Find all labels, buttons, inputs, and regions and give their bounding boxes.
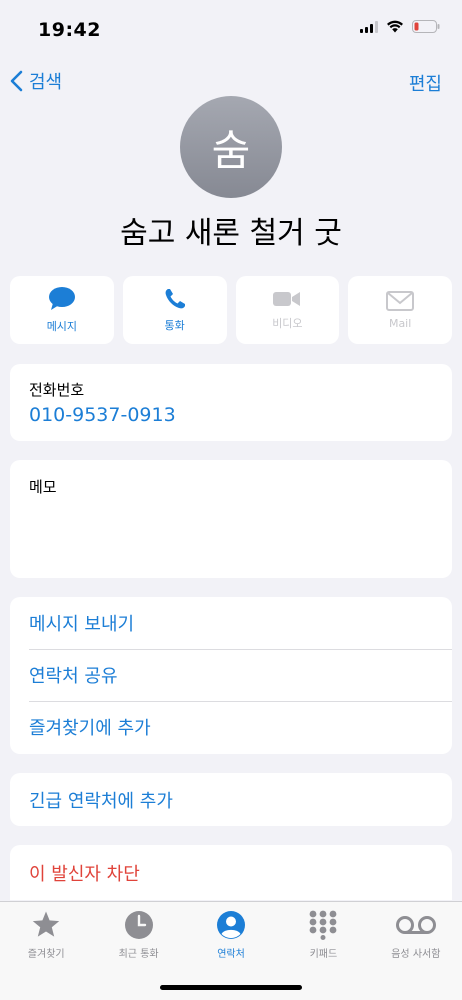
star-icon	[33, 911, 60, 937]
video-camera-icon	[273, 292, 301, 306]
block-caller-row[interactable]: 이 발신자 차단	[10, 845, 452, 900]
status-bar: 19:42	[0, 0, 462, 56]
battery-icon	[412, 20, 440, 33]
keypad-icon	[310, 910, 337, 940]
share-contact-row[interactable]: 연락처 공유	[10, 649, 452, 701]
avatar: 숨	[180, 96, 282, 198]
back-label: 검색	[29, 72, 63, 93]
tab-favorites-label: 즐겨찾기	[27, 949, 65, 960]
contact-name: 숨고 새론 철거 굿	[120, 216, 342, 251]
video-action-button[interactable]: 비디오	[235, 276, 340, 344]
phone-card[interactable]: 전화번호 010-9537-0913	[10, 364, 452, 441]
status-time: 19:42	[38, 19, 101, 41]
message-bubble-icon	[48, 287, 75, 310]
avatar-initial: 숨	[211, 125, 251, 175]
back-button[interactable]: 검색	[10, 68, 62, 94]
call-action-button[interactable]: 통화	[122, 276, 227, 344]
options-list: 메시지 보내기 연락처 공유 즐겨찾기에 추가	[10, 597, 452, 754]
status-icons	[360, 20, 440, 33]
call-action-label: 통화	[164, 319, 185, 332]
phone-label: 전화번호	[29, 381, 85, 399]
wifi-icon	[387, 20, 403, 33]
phone-icon	[165, 289, 185, 309]
tab-recents-label: 최근 통화	[118, 949, 159, 960]
quick-actions: 메시지 통화 비디오 Mail	[10, 276, 452, 344]
phone-number[interactable]: 010-9537-0913	[29, 404, 176, 426]
memo-card[interactable]: 메모	[10, 460, 452, 578]
voicemail-icon	[395, 916, 436, 934]
clock-icon	[124, 911, 153, 939]
tab-favorites[interactable]: 즐겨찾기	[0, 902, 92, 1000]
tab-voicemail[interactable]: 음성 사서함	[370, 902, 462, 1000]
tab-contacts-label: 연락처	[217, 949, 245, 960]
tab-voicemail-label: 음성 사서함	[391, 949, 441, 960]
person-circle-icon	[217, 911, 246, 939]
chevron-left-icon	[10, 70, 23, 92]
memo-label: 메모	[29, 478, 57, 496]
edit-button[interactable]: 편집	[409, 70, 442, 96]
send-message-row[interactable]: 메시지 보내기	[10, 597, 452, 649]
home-indicator	[160, 985, 302, 990]
video-action-label: 비디오	[272, 317, 303, 330]
envelope-icon	[386, 290, 415, 311]
tab-keypad-label: 키패드	[309, 949, 338, 960]
cellular-signal-icon	[360, 20, 378, 33]
message-action-label: 메시지	[46, 320, 78, 333]
add-to-favorites-row[interactable]: 즐겨찾기에 추가	[10, 701, 452, 753]
message-action-button[interactable]: 메시지	[10, 276, 114, 344]
add-emergency-contact-row[interactable]: 긴급 연락처에 추가	[10, 773, 452, 826]
mail-action-label: Mail	[388, 316, 412, 330]
mail-action-button[interactable]: Mail	[348, 276, 452, 344]
